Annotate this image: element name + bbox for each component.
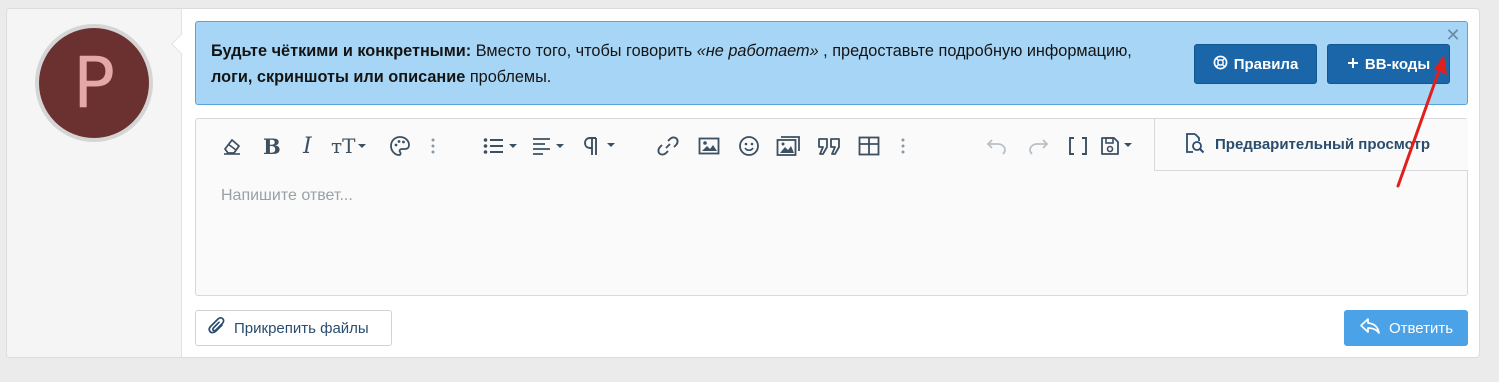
editor-toolbar: B I тT: [196, 119, 1154, 171]
more-vertical-icon[interactable]: [430, 133, 436, 159]
attach-files-button[interactable]: Прикрепить файлы: [195, 310, 392, 346]
link-icon[interactable]: [657, 133, 679, 159]
table-icon[interactable]: [858, 133, 880, 159]
notice-text-2: , предоставьте подробную информацию,: [818, 42, 1132, 60]
italic-icon[interactable]: I: [303, 133, 312, 159]
user-column: P: [7, 9, 182, 357]
reply-button-label: Ответить: [1388, 319, 1454, 337]
bbcodes-button[interactable]: BB-коды: [1327, 44, 1450, 84]
smiley-icon[interactable]: [738, 133, 760, 159]
preview-button[interactable]: Предварительный просмотр: [1154, 119, 1468, 171]
notice-bold-lead: Будьте чёткими и конкретными:: [211, 42, 472, 60]
eraser-icon[interactable]: [221, 133, 243, 159]
bold-icon[interactable]: B: [263, 133, 281, 159]
reply-editor[interactable]: B I тT Предварительный просмотр Напишите…: [195, 118, 1468, 296]
palette-icon[interactable]: [389, 133, 411, 159]
close-icon[interactable]: ✕: [1445, 26, 1461, 44]
media-icon[interactable]: [776, 133, 802, 159]
undo-icon[interactable]: [986, 133, 1008, 159]
list-icon[interactable]: [483, 133, 519, 159]
image-icon[interactable]: [698, 133, 720, 159]
attach-files-label: Прикрепить файлы: [234, 319, 369, 337]
avatar[interactable]: P: [35, 24, 153, 142]
notice-text-1: Вместо того, чтобы говорить: [471, 42, 697, 60]
notice-bold-mid: логи, скриншоты или описание: [211, 68, 466, 86]
search-document-icon: [1183, 132, 1205, 158]
paperclip-icon: [208, 316, 226, 340]
editor-placeholder: Напишите ответ...: [221, 187, 353, 204]
notice-italic-phrase: «не работает»: [696, 42, 819, 60]
text-size-icon[interactable]: тT: [331, 133, 367, 159]
notice-text: Будьте чёткими и конкретными: Вместо тог…: [211, 38, 1171, 90]
reply-button[interactable]: Ответить: [1344, 310, 1468, 346]
bbcodes-button-label: BB-коды: [1364, 55, 1431, 73]
save-draft-icon[interactable]: [1100, 133, 1136, 159]
rules-button[interactable]: Правила: [1194, 44, 1317, 84]
reply-icon: [1359, 317, 1381, 339]
quote-icon[interactable]: [817, 133, 841, 159]
preview-button-label: Предварительный просмотр: [1215, 136, 1430, 153]
brackets-icon[interactable]: [1068, 133, 1088, 159]
lifebuoy-icon: [1213, 55, 1228, 74]
notice-text-3: проблемы.: [465, 68, 552, 86]
more-vertical-icon-2[interactable]: [900, 133, 906, 159]
rules-button-label: Правила: [1233, 55, 1299, 73]
avatar-letter: P: [72, 42, 116, 124]
redo-icon[interactable]: [1027, 133, 1049, 159]
notice-banner: Будьте чёткими и конкретными: Вместо тог…: [195, 21, 1468, 105]
align-icon[interactable]: [532, 133, 568, 159]
plus-icon: [1347, 56, 1359, 73]
paragraph-icon[interactable]: [583, 133, 619, 159]
